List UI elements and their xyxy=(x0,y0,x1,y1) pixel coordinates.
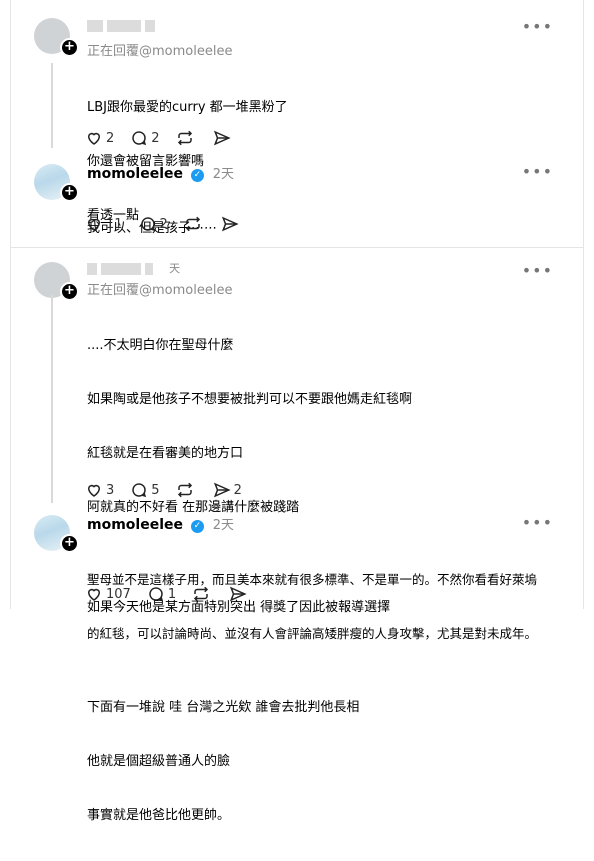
post-line: 下面有一堆說 哇 台灣之光欸 誰會去批判他長相 xyxy=(87,700,360,715)
repost-icon xyxy=(185,216,200,232)
username-row: momoleelee ✓ 2天 xyxy=(87,163,234,182)
share-icon xyxy=(213,130,231,146)
reply-to-label[interactable]: 正在回覆@momoleelee xyxy=(87,40,232,59)
heart-icon xyxy=(87,132,101,145)
repost-icon xyxy=(177,482,192,498)
comment-button[interactable]: 2 xyxy=(130,129,160,147)
username-row: momoleelee ✓ 2天 xyxy=(87,514,234,533)
reply-post-2: + 天 正在回覆@momoleelee ••• ....不太明白你在聖母什麼 如… xyxy=(11,248,583,823)
post-body: 聖母並不是這樣子用，而且美本來就有很多標準、不是單一的。不然你看看好萊塢 的紅毯… xyxy=(87,535,577,679)
like-button[interactable]: 2 xyxy=(85,129,114,147)
redacted-username xyxy=(87,18,159,33)
post-time[interactable]: 2天 xyxy=(213,518,234,533)
repost-button[interactable] xyxy=(176,481,197,499)
repost-icon xyxy=(194,586,209,602)
comment-icon xyxy=(132,131,147,146)
action-bar: 3 5 2 xyxy=(85,481,258,499)
heart-icon xyxy=(87,218,101,231)
like-count: 3 xyxy=(106,482,115,498)
like-count: 2 xyxy=(106,130,115,146)
reply-post-1: + 正在回覆@momoleelee ••• LBJ跟你最愛的curry 都一堆黑… xyxy=(11,0,583,223)
verified-badge-icon: ✓ xyxy=(190,169,204,182)
post-time[interactable]: 天 xyxy=(169,262,180,275)
comment-count: 5 xyxy=(151,482,160,498)
share-icon xyxy=(230,586,247,602)
like-count: 107 xyxy=(106,586,131,602)
reply-to-label[interactable]: 正在回覆@momoleelee xyxy=(87,279,232,298)
comment-count: 1 xyxy=(167,586,177,602)
comment-icon xyxy=(132,483,147,498)
share-button[interactable]: 2 xyxy=(213,481,242,499)
post-line: 他就是個超級普通人的臉 xyxy=(87,754,231,769)
like-button[interactable]: 3 xyxy=(85,481,114,499)
more-icon[interactable]: ••• xyxy=(522,261,553,280)
post-line: 紅毯就是在看審美的地方口 xyxy=(87,446,244,461)
follow-plus-icon[interactable]: + xyxy=(60,38,79,57)
more-icon[interactable]: ••• xyxy=(522,162,553,181)
comment-count: 2 xyxy=(159,216,168,232)
heart-icon xyxy=(87,588,101,601)
follow-plus-icon[interactable]: + xyxy=(60,534,79,553)
repost-icon xyxy=(177,130,192,146)
post-time[interactable]: 2天 xyxy=(213,167,234,182)
like-button[interactable]: 11 xyxy=(85,215,123,233)
share-icon xyxy=(213,482,231,498)
repost-button[interactable] xyxy=(184,215,205,233)
action-bar: 11 2 xyxy=(85,215,258,233)
comment-icon xyxy=(149,587,163,602)
share-button[interactable] xyxy=(221,215,242,233)
share-button[interactable] xyxy=(229,585,250,603)
share-icon xyxy=(221,216,239,232)
author-reply-post-2: + momoleelee ✓ 2天 ••• 聖母並不是這樣子用，而且美本來就有很… xyxy=(11,295,583,641)
username[interactable]: momoleelee xyxy=(87,517,183,533)
follow-plus-icon[interactable]: + xyxy=(60,183,79,202)
comment-button[interactable]: 2 xyxy=(139,215,168,233)
post-line: LBJ跟你最愛的curry 都一堆黑粉了 xyxy=(87,100,288,115)
comment-icon xyxy=(140,217,155,232)
comment-count: 2 xyxy=(151,130,160,146)
follow-plus-icon[interactable]: + xyxy=(60,282,79,301)
repost-button[interactable] xyxy=(176,129,197,147)
thread-container: + 正在回覆@momoleelee ••• LBJ跟你最愛的curry 都一堆黑… xyxy=(10,0,584,823)
username[interactable]: momoleelee xyxy=(87,166,183,182)
heart-icon xyxy=(87,484,101,497)
post-line: ....不太明白你在聖母什麼 xyxy=(87,338,234,353)
author-reply-post-1: + momoleelee ✓ 2天 ••• 我可以、但是孩子⋯⋯ 11 2 xyxy=(11,63,583,246)
thread-connector xyxy=(51,295,53,503)
action-bar: 107 1 xyxy=(85,585,266,603)
verified-badge-icon: ✓ xyxy=(190,520,204,533)
redacted-username: 天 xyxy=(87,260,180,276)
post-line: 如果陶或是他孩子不想要被批判可以不要跟他媽走紅毯啊 xyxy=(87,392,413,407)
share-button[interactable] xyxy=(213,129,234,147)
thread-connector xyxy=(51,63,53,148)
like-button[interactable]: 107 xyxy=(85,585,131,603)
action-bar: 2 2 xyxy=(85,129,250,147)
more-icon[interactable]: ••• xyxy=(522,513,553,532)
comment-button[interactable]: 1 xyxy=(147,585,176,603)
comment-button[interactable]: 5 xyxy=(130,481,160,499)
more-icon[interactable]: ••• xyxy=(522,17,553,36)
repost-button[interactable] xyxy=(192,585,213,603)
post-line: 的紅毯，可以討論時尚、並沒有人會評論高矮胖瘦的人身攻擊，尤其是對未成年。 xyxy=(87,626,538,641)
like-count: 11 xyxy=(106,216,123,232)
post-line: 事實就是他爸比他更帥。 xyxy=(87,808,231,823)
share-count: 2 xyxy=(233,482,242,498)
